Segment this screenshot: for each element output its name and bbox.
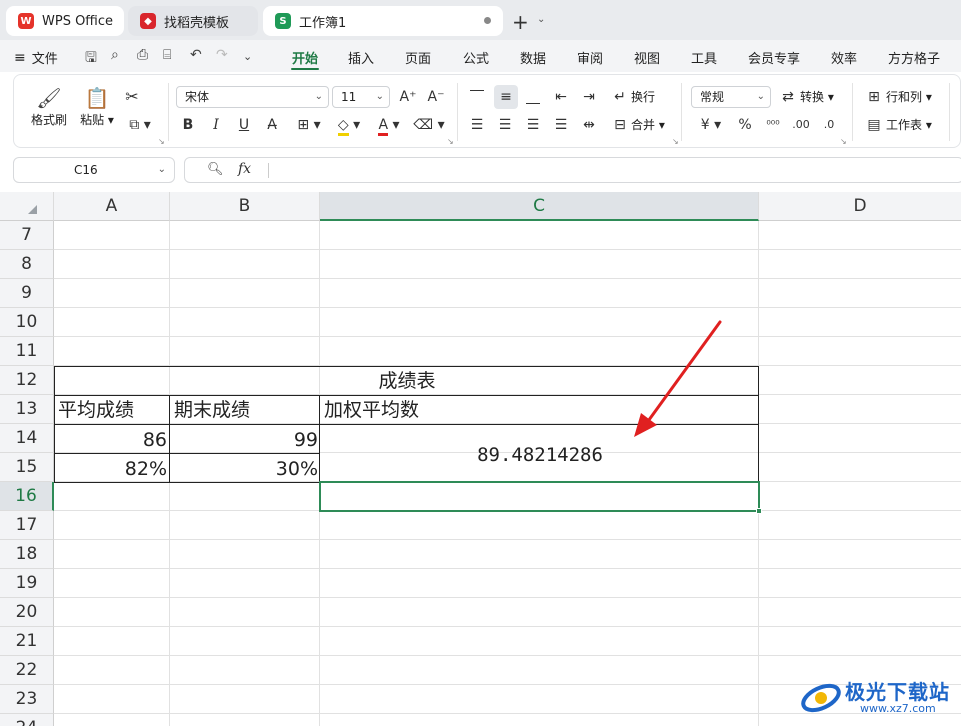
watermark: 极光下载站 www.xz7.com (800, 672, 960, 722)
red-annotation-arrow (634, 320, 722, 437)
watermark-name: 极光下载站 (845, 680, 950, 704)
watermark-url: www.xz7.com (860, 702, 936, 715)
aurora-logo-icon (801, 683, 841, 713)
